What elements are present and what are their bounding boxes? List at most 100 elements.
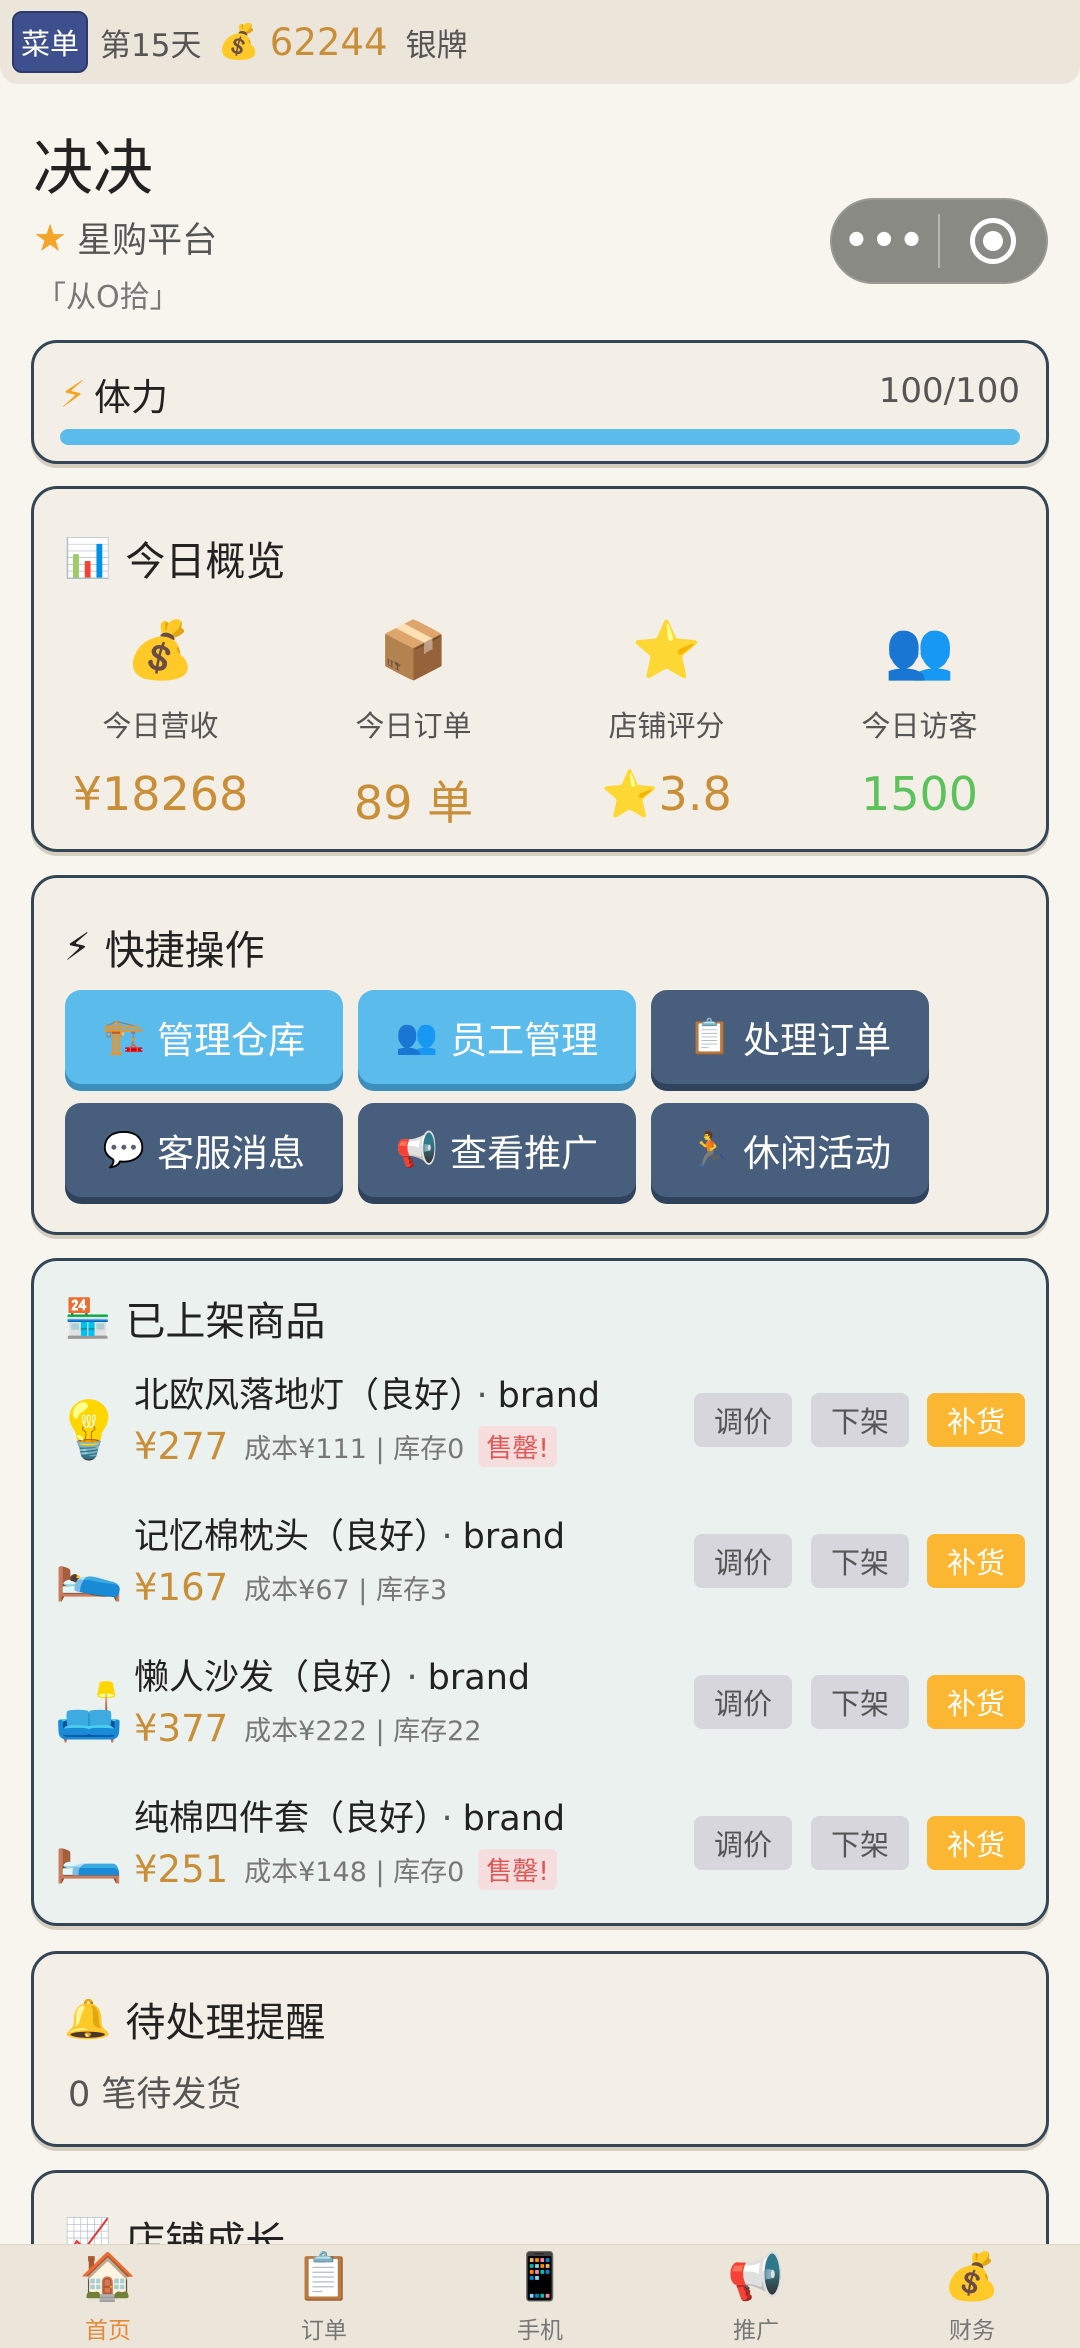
delist-button[interactable]: 下架 [811, 1393, 909, 1447]
star-icon: ★ [33, 215, 68, 260]
bed-icon: 🛏️ [54, 1821, 124, 1886]
product-details: ¥277 成本¥111 | 库存0 售罄! [134, 1425, 557, 1468]
view-promotion-button[interactable]: 📢 查看推广 [358, 1103, 636, 1197]
bottom-nav: 🏠 首页 📋 订单 📱 手机 📢 推广 💰 财务 [0, 2244, 1080, 2348]
product-row: 💡 北欧风落地灯（良好） · brand ¥277 成本¥111 | 库存0 售罄!… [34, 1367, 1046, 1487]
crane-icon: 🏗️ [102, 1017, 146, 1057]
restock-button[interactable]: 补货 [927, 1675, 1025, 1729]
stat-label: 今日营收 [102, 709, 219, 743]
delist-button[interactable]: 下架 [811, 1534, 909, 1588]
product-name-line: 北欧风落地灯（良好） · brand [134, 1376, 601, 1416]
product-row: 🛋️ 懒人沙发（良好） · brand ¥377 成本¥222 | 库存22 调价 … [34, 1649, 1046, 1769]
product-cost-stock: 成本¥111 | 库存0 [244, 1434, 465, 1465]
product-details: ¥167 成本¥67 | 库存3 [134, 1566, 447, 1609]
convenience-store-icon: 🏪 [64, 1295, 112, 1340]
house-icon: 🏠 [79, 2249, 137, 2303]
stat-rating: ⭐ 店铺评分 ⭐3.8 [540, 617, 793, 833]
money-bag-icon: 💰 [943, 2249, 1001, 2303]
products-title-row: 🏪 已上架商品 [64, 1289, 325, 1347]
miniprogram-capsule: ••• [830, 198, 1048, 284]
leisure-activities-button[interactable]: 🏃 休闲活动 [651, 1103, 929, 1197]
delist-button[interactable]: 下架 [811, 1816, 909, 1870]
stamina-bar [60, 429, 1020, 445]
sold-out-badge: 售罄! [478, 1849, 557, 1890]
nav-orders[interactable]: 📋 订单 [216, 2245, 432, 2348]
product-row: 🛏️ 纯棉四件套（良好） · brand ¥251 成本¥148 | 库存0 售罄!… [34, 1790, 1046, 1910]
product-brand: brand [462, 1517, 566, 1557]
stat-label: 店铺评分 [608, 709, 725, 743]
menu-button[interactable]: 菜单 [12, 11, 88, 73]
listed-products-card: 🏪 已上架商品 💡 北欧风落地灯（良好） · brand ¥277 成本¥111 |… [31, 1258, 1049, 1926]
restock-button[interactable]: 补货 [927, 1534, 1025, 1588]
product-price: ¥277 [134, 1425, 229, 1468]
star-icon: ⭐ [631, 618, 702, 683]
lightning-icon: ⚡ [60, 372, 86, 416]
product-details: ¥377 成本¥222 | 库存22 [134, 1707, 482, 1750]
process-orders-button[interactable]: 📋 处理订单 [651, 990, 929, 1084]
bell-icon: 🔔 [64, 1996, 112, 2041]
stamina-value: 100/100 [878, 371, 1020, 411]
adjust-price-button[interactable]: 调价 [694, 1534, 792, 1588]
mobile-phone-icon: 📱 [511, 2249, 569, 2303]
nav-home[interactable]: 🏠 首页 [0, 2245, 216, 2348]
button-label: 客服消息 [157, 1132, 306, 1175]
product-name: 纯棉四件套（良好） [134, 1799, 432, 1839]
more-options-icon[interactable]: ••• [832, 218, 938, 264]
staff-management-button[interactable]: 👥 员工管理 [358, 990, 636, 1084]
adjust-price-button[interactable]: 调价 [694, 1816, 792, 1870]
stamina-card: ⚡ 体力 100/100 [31, 340, 1049, 464]
restock-button[interactable]: 补货 [927, 1393, 1025, 1447]
stat-value: 89 单 [353, 776, 474, 830]
stamina-bar-fill [60, 429, 1020, 445]
product-name-line: 记忆棉枕头（良好） · brand [134, 1517, 566, 1557]
product-brand: brand [427, 1658, 531, 1698]
nav-label: 手机 [517, 2318, 563, 2344]
button-label: 管理仓库 [157, 1019, 306, 1062]
quick-actions-card: ⚡ 快捷操作 🏗️ 管理仓库 👥 员工管理 📋 处理订单 💬 客服消息 📢 查看… [31, 875, 1049, 1235]
nav-phone[interactable]: 📱 手机 [432, 2245, 648, 2348]
bar-chart-icon: 📊 [64, 535, 112, 580]
stat-value: 1500 [860, 767, 979, 821]
button-label: 处理订单 [743, 1019, 892, 1062]
reminders-title: 待处理提醒 [125, 2000, 326, 2046]
product-cost-stock: 成本¥148 | 库存0 [244, 1857, 465, 1888]
shop-motto: 「从O拾」 [36, 280, 180, 315]
nav-label: 财务 [949, 2318, 995, 2344]
delist-button[interactable]: 下架 [811, 1675, 909, 1729]
product-cost-stock: 成本¥67 | 库存3 [244, 1575, 448, 1606]
quick-actions-title-row: ⚡ 快捷操作 [64, 918, 265, 976]
button-label: 休闲活动 [743, 1132, 892, 1175]
stat-orders: 📦 今日订单 89 单 [287, 617, 540, 833]
stat-label: 今日订单 [355, 709, 472, 743]
megaphone-icon: 📢 [727, 2249, 785, 2303]
stat-revenue: 💰 今日营收 ¥18268 [34, 617, 287, 833]
nav-label: 订单 [301, 2318, 347, 2344]
bed-icon: 🛌 [54, 1539, 124, 1604]
megaphone-icon: 📢 [395, 1130, 439, 1170]
close-miniprogram-icon[interactable] [940, 218, 1046, 264]
platform-row: ★ 星购平台 [33, 212, 217, 263]
stats-row: 💰 今日营收 ¥18268 📦 今日订单 89 单 ⭐ 店铺评分 ⭐3.8 👥 … [34, 617, 1046, 833]
product-price: ¥251 [134, 1848, 229, 1891]
customer-messages-button[interactable]: 💬 客服消息 [65, 1103, 343, 1197]
nav-promotion[interactable]: 📢 推广 [648, 2245, 864, 2348]
adjust-price-button[interactable]: 调价 [694, 1675, 792, 1729]
product-brand: brand [462, 1799, 566, 1839]
nav-finance[interactable]: 💰 财务 [864, 2245, 1080, 2348]
lightning-icon: ⚡ [64, 925, 91, 969]
adjust-price-button[interactable]: 调价 [694, 1393, 792, 1447]
products-title: 已上架商品 [125, 1299, 326, 1345]
stat-value: ⭐3.8 [601, 767, 732, 821]
restock-button[interactable]: 补货 [927, 1816, 1025, 1870]
reminders-card: 🔔 待处理提醒 0 笔待发货 [31, 1951, 1049, 2147]
pending-shipments: 0 笔待发货 [68, 2075, 242, 2115]
top-bar: 菜单 第15天 💰 62244 银牌 [0, 0, 1080, 84]
stat-visitors: 👥 今日访客 1500 [793, 617, 1046, 833]
product-price: ¥167 [134, 1566, 229, 1609]
sofa-icon: 🛋️ [54, 1680, 124, 1745]
chat-bubble-icon: 💬 [102, 1130, 146, 1170]
sold-out-badge: 售罄! [478, 1426, 557, 1467]
product-name: 北欧风落地灯（良好） [134, 1376, 467, 1416]
clipboard-icon: 📋 [688, 1017, 732, 1057]
manage-warehouse-button[interactable]: 🏗️ 管理仓库 [65, 990, 343, 1084]
